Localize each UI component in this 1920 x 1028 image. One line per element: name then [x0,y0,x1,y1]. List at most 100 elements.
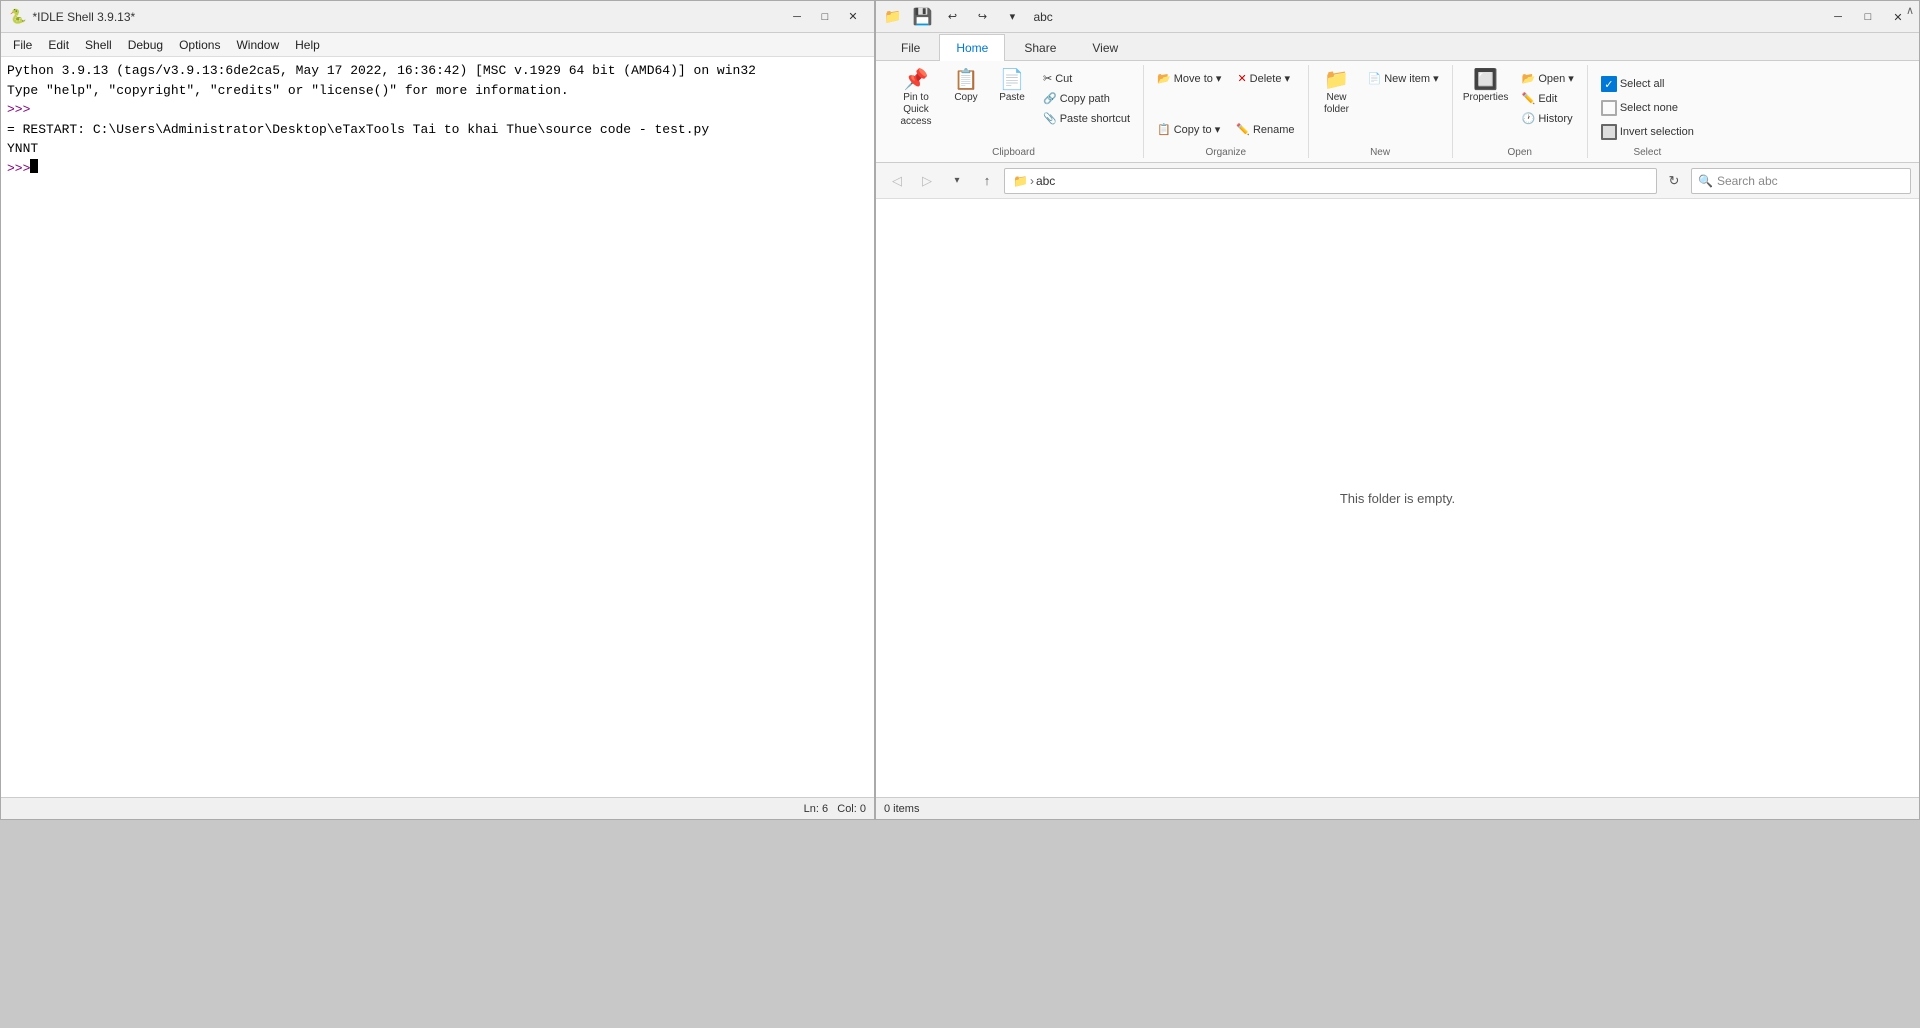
edit-icon: ✏️ [1522,92,1536,105]
output-line-2: Type "help", "copyright", "credits" or "… [7,81,868,101]
paste-shortcut-button[interactable]: 📎 Paste shortcut [1036,109,1137,128]
tab-share[interactable]: Share [1007,34,1073,61]
open-label: Open [1459,147,1581,158]
select-all-icon: ✓ [1601,76,1617,92]
copy-to-button[interactable]: 📋 Copy to ▾ [1150,120,1227,139]
quick-access-undo-btn[interactable]: ↩ [939,7,965,27]
up-button[interactable]: ↑ [974,169,1000,193]
clipboard-label: Clipboard [890,147,1137,158]
menu-edit[interactable]: Edit [40,36,77,54]
ribbon: File Home Share View ∧ 📌 Pin to Quickacc… [876,33,1919,163]
address-this-pc: 📁 [1013,174,1028,188]
explorer-title: abc [1033,10,1911,24]
edit-button[interactable]: ✏️ Edit [1515,89,1581,108]
history-button[interactable]: 🕐 History [1515,109,1581,128]
address-bar[interactable]: 📁 › abc [1004,168,1657,194]
ribbon-collapse-btn[interactable]: ∧ [1906,4,1914,17]
move-to-button[interactable]: 📂 Move to ▾ [1150,69,1228,88]
select-group: ✓ Select all Select none Invert selectio… [1588,65,1707,158]
history-icon: 🕐 [1522,112,1536,125]
tab-file[interactable]: File [884,34,937,61]
idle-shell-content[interactable]: Python 3.9.13 (tags/v3.9.13:6de2ca5, May… [1,57,874,797]
menu-file[interactable]: File [5,36,40,54]
open-icon: 📂 [1522,72,1536,85]
properties-button[interactable]: 🔲 Properties [1459,65,1513,109]
rename-button[interactable]: ✏️ Rename [1229,120,1301,139]
new-item-button[interactable]: 📄 New item ▾ [1361,69,1446,88]
new-label: New [1315,147,1446,158]
copy-button[interactable]: 📋 Copy [944,65,988,109]
explorer-titlebar: 📁 💾 ↩ ↪ ▾ abc ─ □ ✕ [876,1,1919,33]
new-item-icon: 📄 [1368,72,1382,85]
copy-to-icon: 📋 [1157,123,1171,136]
tab-view[interactable]: View [1075,34,1135,61]
quick-access-more-btn[interactable]: ▾ [999,7,1025,27]
select-all-button[interactable]: ✓ Select all [1594,73,1701,95]
open-button[interactable]: 📂 Open ▾ [1515,69,1581,88]
back-button[interactable]: ◁ [884,169,910,193]
address-abc: abc [1036,174,1055,188]
explorer-content-area: This folder is empty. [876,199,1919,797]
cursor [30,159,38,173]
menu-window[interactable]: Window [228,36,287,54]
cut-button[interactable]: ✂ Cut [1036,69,1137,88]
pin-icon: 📌 [904,70,929,90]
pin-to-quick-access-button[interactable]: 📌 Pin to Quickaccess [890,65,942,133]
refresh-button[interactable]: ↻ [1661,169,1687,193]
invert-selection-button[interactable]: Invert selection [1594,121,1701,143]
tab-home[interactable]: Home [939,34,1005,61]
cut-icon: ✂ [1043,72,1052,85]
prompt-line-2: >>> [7,159,868,179]
rename-icon: ✏️ [1236,123,1250,136]
idle-title: *IDLE Shell 3.9.13* [32,10,782,24]
menu-debug[interactable]: Debug [120,36,171,54]
ribbon-content: 📌 Pin to Quickaccess 📋 Copy 📄 Paste [876,61,1919,162]
paste-shortcut-icon: 📎 [1043,112,1057,125]
idle-titlebar: 🐍 *IDLE Shell 3.9.13* ─ □ ✕ [1,1,874,33]
search-icon: 🔍 [1698,174,1713,188]
ln-col-status: Ln: 6 Col: 0 [804,803,866,815]
new-group: 📁 Newfolder 📄 New item ▾ New [1309,65,1453,158]
new-folder-icon: 📁 [1324,70,1349,90]
minimize-button[interactable]: ─ [784,7,810,27]
select-label: Select [1594,147,1701,158]
idle-shell-window: 🐍 *IDLE Shell 3.9.13* ─ □ ✕ File Edit Sh… [0,0,875,820]
ribbon-tabs: File Home Share View ∧ [876,33,1919,61]
idle-statusbar: Ln: 6 Col: 0 [1,797,874,819]
delete-button[interactable]: ✕ Delete ▾ [1230,69,1297,88]
move-to-icon: 📂 [1157,72,1171,85]
recent-locations-button[interactable]: ▾ [944,169,970,193]
search-placeholder: Search abc [1717,174,1778,188]
explorer-title-icon: 📁 [884,8,901,25]
empty-folder-message: This folder is empty. [1340,491,1455,506]
output-ynnt: YNNT [7,139,868,159]
forward-button[interactable]: ▷ [914,169,940,193]
select-none-button[interactable]: Select none [1594,97,1701,119]
invert-selection-icon [1601,124,1617,140]
quick-access-redo-btn[interactable]: ↪ [969,7,995,27]
paste-button[interactable]: 📄 Paste [990,65,1034,109]
explorer-window: 📁 💾 ↩ ↪ ▾ abc ─ □ ✕ File Home Share View… [875,0,1920,820]
explorer-minimize-btn[interactable]: ─ [1825,7,1851,27]
copy-path-icon: 🔗 [1043,92,1057,105]
explorer-toolbar: ◁ ▷ ▾ ↑ 📁 › abc ↻ 🔍 Search abc [876,163,1919,199]
restart-line: = RESTART: C:\Users\Administrator\Deskto… [7,120,868,140]
close-button[interactable]: ✕ [840,7,866,27]
search-box[interactable]: 🔍 Search abc [1691,168,1911,194]
open-group: 🔲 Properties 📂 Open ▾ ✏️ Edit [1453,65,1588,158]
menu-shell[interactable]: Shell [77,36,120,54]
paste-icon: 📄 [1000,70,1025,90]
organize-group: 📂 Move to ▾ ✕ Delete ▾ 📋 Copy to ▾ ✏️ [1144,65,1308,158]
menu-help[interactable]: Help [287,36,328,54]
new-folder-button[interactable]: 📁 Newfolder [1315,65,1359,121]
copy-icon: 📋 [954,70,979,90]
select-none-icon [1601,100,1617,116]
copy-path-button[interactable]: 🔗 Copy path [1036,89,1137,108]
organize-label: Organize [1150,147,1301,158]
explorer-statusbar: 0 items [876,797,1919,819]
maximize-button[interactable]: □ [812,7,838,27]
quick-access-save-btn[interactable]: 💾 [909,7,935,27]
menu-options[interactable]: Options [171,36,228,54]
explorer-maximize-btn[interactable]: □ [1855,7,1881,27]
delete-icon: ✕ [1237,72,1246,85]
